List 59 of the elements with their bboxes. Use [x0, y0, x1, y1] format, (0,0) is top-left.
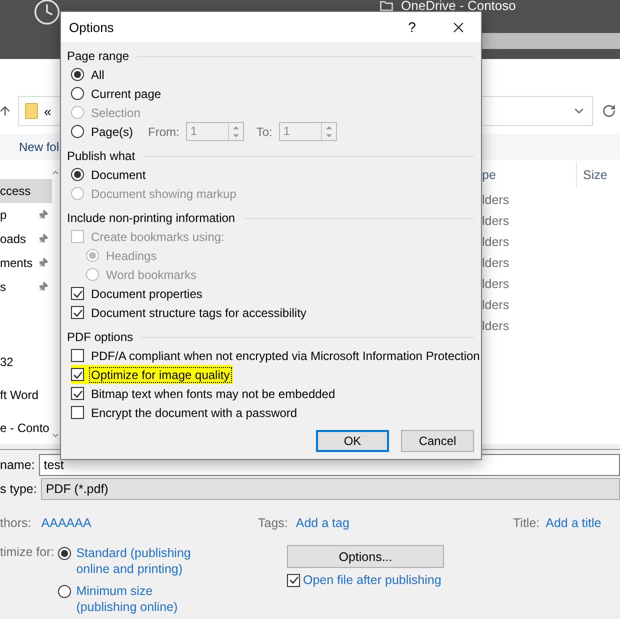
metadata-label: Title:	[513, 516, 540, 530]
section-heading: Page range	[67, 49, 130, 63]
radio-option[interactable]: Current page	[71, 84, 164, 103]
dialog-title: Options	[68, 20, 115, 34]
metadata-link[interactable]: AAAAAA	[41, 516, 92, 530]
section-heading: Publish what	[67, 149, 136, 163]
file-type-cell-text: lders	[482, 255, 510, 272]
radio-option[interactable]: Minimum size (publishing online)	[58, 583, 194, 615]
metadata-label: thors:	[0, 516, 32, 530]
nav-item[interactable]: oads	[0, 227, 52, 251]
radio-option[interactable]: Standard (publishing online and printing)	[58, 545, 194, 577]
refresh-icon[interactable]	[602, 104, 616, 118]
file-type-cell-text: lders	[482, 213, 510, 230]
dialog-button[interactable]: OK	[316, 430, 389, 452]
metadata-link[interactable]: Add a tag	[296, 516, 350, 530]
checkbox-option[interactable]: Bitmap text when fonts may not be embedded	[71, 384, 338, 403]
optimize-label: timize for:	[0, 545, 54, 561]
to-label: To:	[256, 124, 272, 138]
checkbox-option[interactable]: Optimize for image quality	[71, 365, 233, 384]
section-heading: PDF options	[67, 330, 134, 344]
scroll-up-icon[interactable]	[51, 168, 60, 177]
radio-option[interactable]: Document	[71, 165, 149, 184]
options-button[interactable]: Options...	[287, 545, 444, 568]
folder-icon	[25, 103, 38, 119]
checkbox-option[interactable]: Document properties	[71, 284, 206, 303]
dialog-button[interactable]: Cancel	[401, 430, 474, 452]
checkbox-option[interactable]: Encrypt the document with a password	[71, 403, 300, 422]
save-type-select[interactable]: PDF (*.pdf)	[40, 478, 620, 500]
file-type-cell-text: lders	[482, 318, 510, 335]
scroll-down-icon[interactable]	[51, 431, 60, 440]
checkbox-option[interactable]: Open file after publishing	[287, 573, 444, 587]
checkbox-option[interactable]: PDF/A compliant when not encrypted via Microsoft Information Protection	[71, 346, 483, 365]
nav-item[interactable]: s	[0, 275, 52, 299]
metadata-label: Tags:	[258, 516, 288, 530]
radio-option[interactable]: All	[71, 65, 108, 84]
from-label: From:	[148, 124, 180, 138]
radio-option[interactable]: Page(s)	[71, 122, 136, 141]
location-title: OneDrive - Contoso	[401, 0, 516, 11]
section-heading: Include non-printing information	[67, 211, 236, 225]
nav-item[interactable]: 32	[0, 345, 52, 378]
checkbox-option[interactable]: Document structure tags for accessibility	[71, 303, 310, 322]
column-header[interactable]: Size	[576, 162, 620, 188]
column-header[interactable]: pe	[482, 162, 576, 188]
nav-item[interactable]: ments	[0, 251, 52, 275]
help-button[interactable]: ?	[389, 12, 435, 42]
nav-item[interactable]: ccess	[0, 179, 52, 203]
save-type-label: s type:	[0, 482, 37, 496]
file-name-label: name:	[0, 458, 35, 472]
folder-icon	[380, 0, 393, 10]
clock-icon[interactable]	[33, 0, 61, 26]
file-type-cell-text: lders	[482, 297, 510, 314]
file-type-cell-text: lders	[482, 234, 510, 251]
file-type-cell-text: lders	[482, 192, 510, 209]
nav-item[interactable]: e - Conto	[0, 411, 52, 444]
new-folder-button[interactable]: New fol	[19, 140, 60, 154]
metadata-link[interactable]: Add a title	[546, 516, 602, 530]
file-type-cell-text: lders	[482, 276, 510, 293]
nav-item[interactable]: ft Word	[0, 378, 52, 411]
nav-item[interactable]: p	[0, 203, 52, 227]
